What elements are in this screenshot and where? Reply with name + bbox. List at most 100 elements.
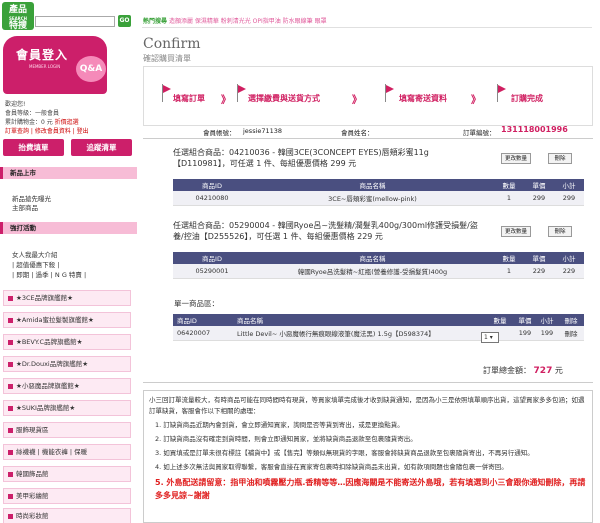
category-stockings[interactable]: 絲襪襪 | 機能衣褲 | 保暖 [3, 444, 131, 460]
category-amida[interactable]: ★Amida蜜拉髮製旗艦館★ [3, 312, 131, 328]
step-shipping-info: 填寫寄送資料 [399, 94, 447, 103]
col-subtotal: 小計 [554, 252, 584, 264]
category-suki[interactable]: ★SUKI品牌旗艦館★ [3, 400, 131, 416]
edit-quantity-button[interactable]: 更改數量 [501, 153, 531, 164]
promo-link-3[interactable]: | 即期 | 過季 | N G 特賣 | [12, 269, 86, 279]
col-price: 單價 [514, 314, 536, 326]
quantity-select[interactable]: 1 ▾ [481, 332, 499, 343]
hot-keywords-label: 熱門搜尋 [143, 18, 168, 25]
cell-qty: 1 [494, 264, 524, 279]
total-unit: 元 [554, 366, 563, 375]
col-qty: 數量 [486, 314, 514, 326]
cell-name: 韓國Ryoe呂洗髮精~紅瓶(營養修護-受損髮質)400g [251, 264, 494, 279]
bonus-line: 累計購物金：0 元 折價逛選 [5, 117, 79, 126]
cell-id: 04210080 [173, 191, 251, 206]
table-row: 04210080 3CE~唇頰彩蜜(mellow-pink) 1 299 299 [173, 191, 584, 206]
category-makeup[interactable]: 時尚彩妝館 [3, 508, 131, 523]
account-value: jessie71138 [243, 127, 283, 135]
top-divider [142, 27, 592, 28]
category-apparel[interactable]: 服飾現貨區 [3, 422, 131, 438]
track-list-button[interactable]: 追蹤清單 [71, 139, 132, 156]
name-label: 會員姓名： [341, 129, 374, 137]
order-no-label: 訂單編號： [463, 129, 496, 137]
logo-text: 產品 [8, 5, 27, 15]
col-id: 商品ID [173, 179, 251, 191]
info-divider [143, 138, 593, 139]
category-bevyc[interactable]: ★BEVY.C品牌旗艦館★ [3, 334, 131, 350]
combo-group-title: 任選組合商品：05290004 - 韓國Ryoe呂~洗髮精/潤髮乳400g/30… [173, 221, 478, 241]
notice-warning: 5. 外島配送請留意：指甲油和噴霧壓力瓶.香精等等…因應海關是不能寄送外島哦，若… [155, 478, 586, 500]
account-label: 會員帳號： [203, 129, 236, 137]
cell-subtotal: 199 [536, 326, 558, 341]
account-links[interactable]: 訂單查詢 | 修改會員資料 | 登出 [5, 126, 89, 135]
quantity-select-value: 1 [484, 334, 488, 341]
notice-item: 2. 訂缺貨商品沒有確定到貨時間，則會立即通知買家，並將缺貨商品退款至包裹隨貨寄… [155, 435, 417, 443]
order-number: 131118001996 [501, 125, 568, 134]
step-payment-shipping: 選擇繳費與送貨方式 [248, 94, 320, 103]
login-subtitle: MEMBER LOGIN [29, 64, 61, 69]
col-subtotal: 小計 [536, 314, 558, 326]
category-korean-accessories[interactable]: 韓國飾品館 [3, 466, 131, 482]
col-qty: 數量 [494, 179, 524, 191]
product-search-logo: 產品 SEARCH 特搜 [2, 2, 34, 31]
delete-button[interactable]: 刪除 [548, 153, 572, 164]
hot-keywords: 熱門搜尋 造顏添麗 保濕精華 粉刺清光光 OPI指甲油 防水眼線筆 眼罩 [143, 16, 327, 25]
combo-table: 商品ID 商品名稱 數量 單價 小計 05290001 韓國Ryoe呂洗髮精~紅… [173, 252, 584, 279]
col-subtotal: 小計 [554, 179, 584, 191]
cell-name: Little Devil~ 小惡魔帳行無痕眼線液筆(魔法黑) 1.5g【D598… [233, 326, 486, 341]
step-flag-icon [497, 84, 506, 102]
cell-id: 06420007 [173, 326, 233, 341]
promo-link-2[interactable]: | 超值優惠下殺 | [12, 259, 60, 269]
step-arrow-icon: 》 [221, 95, 231, 106]
category-3ce[interactable]: ★3CE品牌旗艦館★ [3, 290, 131, 306]
qa-badge[interactable]: Q&A [76, 56, 106, 82]
total-divider [143, 382, 593, 383]
cell-price: 199 [514, 326, 536, 341]
cell-subtotal: 299 [554, 191, 584, 206]
category-nail-art[interactable]: 美甲彩繪館 [3, 488, 131, 504]
category-little-devil[interactable]: ★小惡魔品牌旗艦館★ [3, 378, 131, 394]
notice-item: 3. 如買填或是訂單未很有標註【補貨中】或【售完】等類似無現貨的字眼，客服會將缺… [155, 449, 534, 457]
sidebar: 產品 SEARCH 特搜 GO 會員登入 MEMBER LOGIN Q&A 歡迎… [0, 0, 137, 523]
logo-text-2: 特搜 [8, 21, 27, 31]
cell-price: 299 [524, 191, 554, 206]
table-row: 05290001 韓國Ryoe呂洗髮精~紅瓶(營養修護-受損髮質)400g 1 … [173, 264, 584, 279]
cell-id: 05290001 [173, 264, 251, 279]
notice-item: 1. 訂缺貨商品近期內會到貨，會立即通知買家，詢問是否等貨到寄出，或是更換點貨。 [155, 421, 404, 429]
notice-box: 小三回訂單流量較大，有時商品可能在同時間時有現貨，等買家填單完成後才收到缺貨通知… [143, 390, 593, 523]
col-name: 商品名稱 [251, 252, 494, 264]
cell-qty: 1 [494, 191, 524, 206]
combo-group-title: 任選組合商品：04210036 - 韓國3CE(3CONCEPT EYES)唇頰… [173, 148, 429, 168]
hot-keywords-list[interactable]: 造顏添麗 保濕精華 粉刺清光光 OPI指甲油 防水眼線筆 眼罩 [169, 18, 327, 25]
bonus-label: 累計購物金：0 元 [5, 119, 53, 126]
single-items-label: 單一商品區： [174, 299, 219, 308]
col-delete: 刪除 [558, 314, 584, 326]
cell-delete-link[interactable]: 刪除 [558, 326, 584, 341]
login-title: 會員登入 [16, 48, 69, 62]
col-name: 商品名稱 [233, 314, 486, 326]
search-go-button[interactable]: GO [118, 15, 131, 27]
welcome-text: 歡迎您! [5, 101, 26, 108]
new-link-all[interactable]: 主部商品 [12, 202, 38, 212]
total-amount: 727 [533, 366, 553, 376]
step-fill-order: 填寫訂單 [173, 94, 205, 103]
search-input[interactable] [35, 16, 115, 27]
cell-subtotal: 229 [554, 264, 584, 279]
total-label: 訂單總金額： [483, 366, 531, 375]
step-flag-icon [385, 84, 394, 102]
cell-name: 3CE~唇頰彩蜜(mellow-pink) [251, 191, 494, 206]
col-id: 商品ID [173, 314, 233, 326]
table-row: 06420007 Little Devil~ 小惡魔帳行無痕眼線液筆(魔法黑) … [173, 326, 584, 341]
bonus-link[interactable]: 折價逛選 [55, 119, 79, 126]
category-drdouxi[interactable]: ★Dr.Douxi品牌旗艦館★ [3, 356, 131, 372]
notice-intro: 小三回訂單流量較大，有時商品可能在同時間時有現貨，等買家填單完成後才收到缺貨通知… [149, 396, 585, 415]
step-flag-icon [162, 84, 171, 102]
promo-link-1[interactable]: 女人我最大介紹 [12, 249, 58, 259]
col-price: 單價 [524, 179, 554, 191]
member-level: 會員等級：一般會員 [5, 110, 60, 117]
step-arrow-icon: 》 [352, 95, 362, 106]
pay-order-button[interactable]: 抬費填單 [3, 139, 64, 156]
edit-quantity-button[interactable]: 更改數量 [501, 226, 531, 237]
delete-button[interactable]: 刪除 [548, 226, 572, 237]
page-title: Confirm [143, 36, 201, 52]
